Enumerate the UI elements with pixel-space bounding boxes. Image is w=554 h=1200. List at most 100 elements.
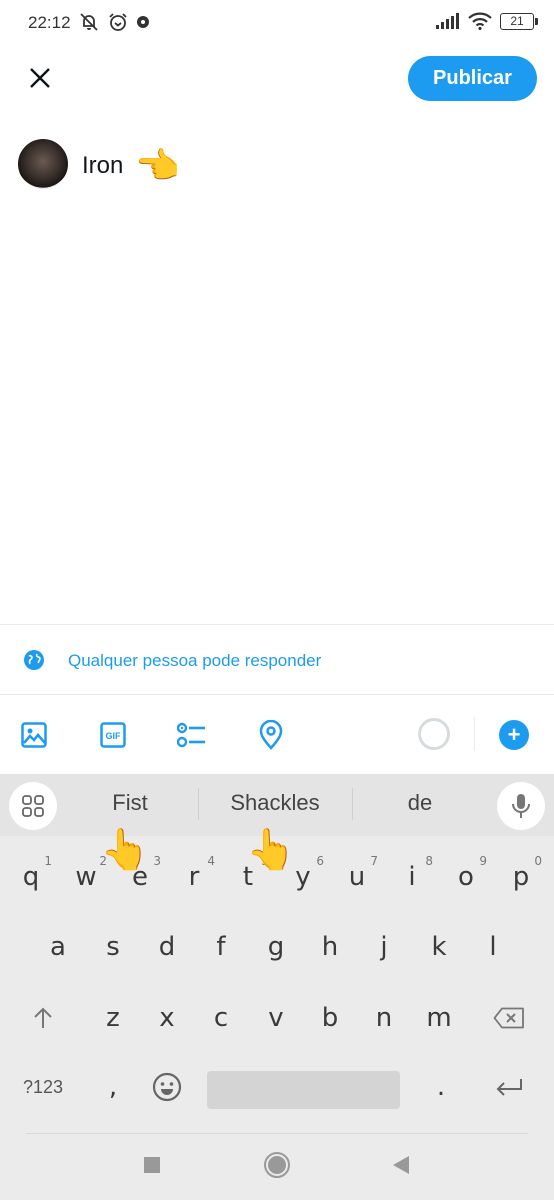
divider [0,624,554,625]
key-label: r [188,862,200,892]
key-n[interactable]: n [359,993,409,1043]
add-image-button[interactable] [14,715,54,755]
grid-icon [22,795,44,817]
divider [0,694,554,695]
key-number-hint: 2 [99,854,107,868]
keyboard: Fist Shackles de q1w2e3r4t5y6u7i8o9p0 as… [0,774,554,1200]
key-x[interactable]: x [142,993,192,1043]
shift-key[interactable] [18,993,68,1043]
key-o[interactable]: o9 [441,852,491,902]
status-right-icons: 21 [436,12,538,30]
key-i[interactable]: i8 [387,852,437,902]
square-icon [144,1157,160,1173]
key-label: e [132,862,148,892]
add-poll-button[interactable] [172,715,212,755]
toolbar-separator [474,717,475,751]
add-location-button[interactable] [251,715,291,755]
key-number-hint: 5 [261,854,269,868]
period-key[interactable]: . [416,1062,466,1112]
key-e[interactable]: e3 [115,852,165,902]
suggestion-2[interactable]: Shackles [210,790,340,816]
notification-dot-icon [137,16,149,28]
key-number-hint: 8 [425,854,433,868]
key-b[interactable]: b [305,993,355,1043]
key-a[interactable]: a [33,922,83,972]
key-t[interactable]: t5 [223,852,273,902]
keyboard-divider [26,1133,528,1134]
alarm-icon [109,13,127,31]
key-number-hint: 9 [479,854,487,868]
key-w[interactable]: w2 [61,852,111,902]
key-m[interactable]: m [414,993,464,1043]
smiley-icon [152,1072,182,1102]
key-label: y [295,862,311,892]
back-button[interactable] [386,1150,416,1180]
bell-off-icon [80,13,98,31]
enter-icon [496,1079,522,1096]
suggestion-3[interactable]: de [370,790,470,816]
emoji-key[interactable] [142,1062,192,1112]
circle-icon [264,1152,290,1178]
key-label: w [75,862,97,892]
recents-button[interactable] [137,1150,167,1180]
globe-icon [24,650,44,670]
close-icon [30,68,50,88]
key-label: o [458,862,474,892]
key-z[interactable]: z [88,993,138,1043]
home-button[interactable] [262,1150,292,1180]
space-bar[interactable] [207,1071,400,1109]
key-label: p [512,862,530,892]
key-label: t [242,862,254,892]
suggestion-bar: Fist Shackles de [0,774,554,836]
add-thread-button[interactable]: + [499,720,529,750]
suggestion-1[interactable]: Fist [80,790,180,816]
tweet-text: Iron [82,152,124,179]
key-k[interactable]: k [414,922,464,972]
suggestion-separator [352,788,353,820]
microphone-icon [512,794,530,818]
close-button[interactable] [22,60,58,96]
keyboard-menu-button[interactable] [9,782,57,830]
status-left-icons [78,12,152,32]
triangle-back-icon [393,1156,409,1174]
key-number-hint: 3 [153,854,161,868]
signal-icon [436,13,459,29]
gif-icon: GIF [100,722,126,748]
key-d[interactable]: d [142,922,192,972]
key-f[interactable]: f [196,922,246,972]
key-g[interactable]: g [251,922,301,972]
publish-button[interactable]: Publicar [408,56,537,101]
key-q[interactable]: q1 [6,852,56,902]
key-h[interactable]: h [305,922,355,972]
poll-icon [177,722,205,748]
status-bar: 22:12 21 [0,0,554,48]
wifi-icon [468,12,492,30]
key-number-hint: 6 [316,854,324,868]
key-label: u [348,862,366,892]
shift-icon [34,1007,52,1028]
location-icon [259,720,283,750]
key-v[interactable]: v [251,993,301,1043]
key-number-hint: 1 [44,854,52,868]
backspace-icon [493,1007,524,1029]
symbols-key[interactable]: ?123 [18,1062,68,1112]
key-p[interactable]: p0 [496,852,546,902]
key-l[interactable]: l [468,922,518,972]
key-u[interactable]: u7 [332,852,382,902]
compose-toolbar: GIF + [0,715,554,759]
key-y[interactable]: y6 [278,852,328,902]
key-c[interactable]: c [196,993,246,1043]
enter-key[interactable] [484,1062,534,1112]
tweet-text-input[interactable]: Iron 👈 [82,148,180,184]
voice-input-button[interactable] [497,782,545,830]
add-gif-button[interactable]: GIF [93,715,133,755]
comma-key[interactable]: , [88,1062,138,1112]
key-number-hint: 7 [370,854,378,868]
key-j[interactable]: j [359,922,409,972]
reply-setting-button[interactable]: Qualquer pessoa pode responder [0,640,554,682]
avatar[interactable] [18,139,68,189]
key-r[interactable]: r4 [169,852,219,902]
key-s[interactable]: s [88,922,138,972]
backspace-key[interactable] [484,993,534,1043]
key-label: q [22,862,40,892]
